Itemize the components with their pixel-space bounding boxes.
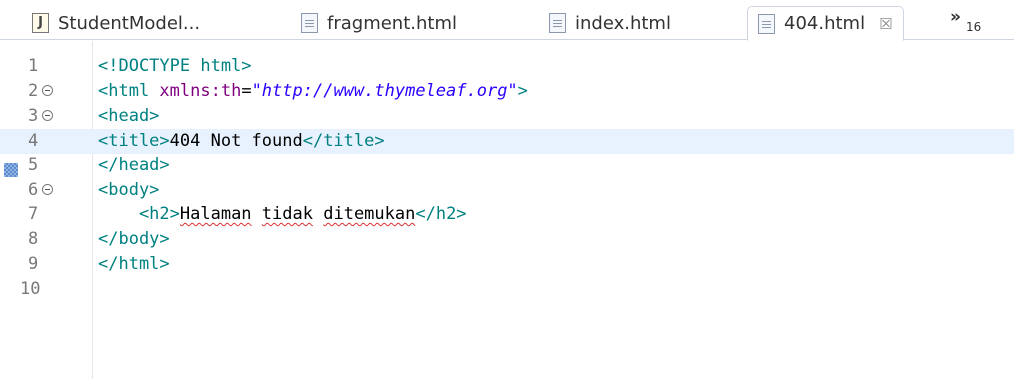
tab-studentmodel[interactable]: J StudentModel...: [32, 6, 200, 40]
code-token: </head>: [98, 155, 170, 175]
tab-label: StudentModel...: [58, 12, 201, 34]
fold-collapse-icon[interactable]: [42, 85, 53, 96]
close-tab-icon[interactable]: ☒: [879, 15, 892, 33]
code-token: <html: [98, 81, 160, 101]
code-token: <!DOCTYPE html>: [98, 56, 252, 76]
line-number: 9: [28, 254, 39, 274]
code-token: <head>: [98, 106, 160, 126]
code-token: "http://www.thymeleaf.org": [251, 81, 518, 101]
line-code: <!DOCTYPE html>: [98, 54, 252, 79]
code-token: </body>: [98, 229, 170, 249]
tab-index-html[interactable]: index.html: [549, 6, 671, 40]
fold-collapse-icon[interactable]: [42, 110, 53, 121]
tab-overflow-button[interactable]: » 16: [948, 6, 996, 40]
code-line[interactable]: 5 </head>: [0, 153, 1014, 178]
code-line[interactable]: 8 </body>: [0, 227, 1014, 252]
code-line[interactable]: 2 <html xmlns:th="http://www.thymeleaf.or…: [0, 79, 1014, 104]
line-number: 5: [28, 155, 39, 175]
tab-404-html[interactable]: 404.html ☒: [747, 6, 904, 41]
code-line[interactable]: 4 <title>404 Not found</title>: [0, 129, 1014, 154]
tab-label: index.html: [575, 12, 671, 34]
html-file-icon: [549, 13, 566, 33]
chevron-right-double-icon: »: [950, 7, 961, 27]
code-line[interactable]: 9 </html>: [0, 252, 1014, 277]
tab-fragment-html[interactable]: fragment.html: [301, 6, 457, 40]
code-line[interactable]: 1 <!DOCTYPE html>: [0, 54, 1014, 79]
code-area[interactable]: 1 <!DOCTYPE html> 2 <html xmlns:th="http://…: [0, 41, 1014, 379]
code-token: ditemukan: [323, 204, 416, 224]
code-token: tidak: [261, 204, 313, 224]
code-token: </html>: [98, 254, 170, 274]
tab-label: 404.html: [784, 13, 866, 34]
hidden-tab-count: 16: [966, 20, 982, 34]
line-number: 1: [28, 56, 39, 76]
line-code: <body>: [98, 178, 159, 203]
code-token: =: [241, 81, 252, 101]
code-token: Halaman: [179, 204, 252, 224]
line-number: 10: [20, 279, 41, 299]
line-code: <html xmlns:th="http://www.thymeleaf.org…: [98, 79, 528, 104]
html-file-icon: [758, 13, 775, 34]
line-code: </head>: [98, 153, 170, 178]
code-line[interactable]: 6 <body>: [0, 178, 1014, 203]
code-token: <h2>: [98, 204, 180, 224]
code-line[interactable]: 10: [0, 277, 1014, 302]
tab-label: fragment.html: [327, 12, 457, 34]
fold-collapse-icon[interactable]: [42, 184, 53, 195]
code-token: >: [517, 81, 528, 101]
code-line[interactable]: 3 <head>: [0, 104, 1014, 129]
code-token: </title>: [302, 131, 385, 151]
code-token: </h2>: [415, 204, 467, 224]
line-code: </body>: [98, 227, 170, 252]
line-code: <title>404 Not found</title>: [98, 129, 385, 154]
code-token: <title>: [98, 131, 170, 151]
code-token: xmlns:th: [159, 81, 242, 101]
line-code: <head>: [98, 104, 159, 129]
java-file-icon: J: [32, 13, 49, 33]
line-number: 4: [28, 131, 39, 151]
code-line[interactable]: 7 <h2>Halaman tidak ditemukan</h2>: [0, 202, 1014, 227]
line-code: </html>: [98, 252, 170, 277]
line-code: <h2>Halaman tidak ditemukan</h2>: [98, 202, 467, 227]
html-file-icon: [301, 13, 318, 33]
editor-tab-bar: J StudentModel... fragment.html index.ht…: [0, 0, 1014, 41]
code-token: <body>: [98, 180, 160, 200]
code-token: 404 Not found: [169, 131, 303, 151]
code-editor: J StudentModel... fragment.html index.ht…: [0, 0, 1014, 379]
line-number: 8: [28, 229, 39, 249]
line-number: 7: [28, 204, 39, 224]
